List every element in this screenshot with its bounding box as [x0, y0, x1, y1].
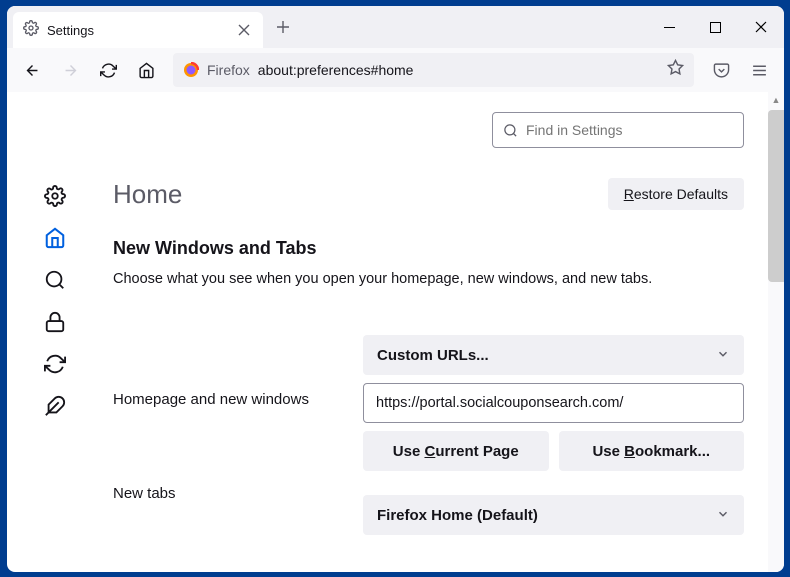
- content-area: Home RRestore Defaultsestore Defaults Ne…: [7, 92, 784, 572]
- scroll-up-arrow[interactable]: ▲: [768, 92, 784, 108]
- reload-button[interactable]: [91, 53, 125, 87]
- tab-settings[interactable]: Settings: [13, 12, 263, 48]
- vertical-scrollbar[interactable]: ▲: [768, 92, 784, 572]
- firefox-icon: [183, 62, 199, 78]
- scroll-thumb[interactable]: [768, 110, 784, 282]
- titlebar: Settings: [7, 6, 784, 48]
- use-current-page-button[interactable]: Use Current Page: [363, 431, 549, 471]
- section-heading: New Windows and Tabs: [113, 238, 744, 259]
- app-menu-button[interactable]: [742, 53, 776, 87]
- close-icon[interactable]: [235, 21, 253, 39]
- gear-icon: [23, 20, 39, 41]
- homepage-url-input[interactable]: [363, 383, 744, 423]
- url-path: about:preferences#home: [258, 62, 414, 78]
- tab-title: Settings: [47, 23, 227, 38]
- minimize-button[interactable]: [646, 6, 692, 48]
- chevron-down-icon: [716, 345, 730, 366]
- find-input[interactable]: [526, 122, 733, 138]
- use-bookmark-button[interactable]: Use Bookmark...: [559, 431, 745, 471]
- sidebar-item-extensions[interactable]: [43, 394, 67, 418]
- homepage-dropdown[interactable]: Custom URLs...: [363, 335, 744, 375]
- newtabs-label: New tabs: [113, 473, 343, 513]
- restore-defaults-button[interactable]: RRestore Defaultsestore Defaults: [608, 178, 744, 210]
- window-controls: [646, 6, 784, 48]
- section-description: Choose what you see when you open your h…: [113, 269, 744, 289]
- new-tab-button[interactable]: [269, 13, 297, 41]
- page-title: Home: [113, 179, 182, 210]
- sidebar: [7, 92, 103, 572]
- sidebar-item-search[interactable]: [43, 268, 67, 292]
- back-button[interactable]: [15, 53, 49, 87]
- forward-button[interactable]: [53, 53, 87, 87]
- sidebar-item-privacy[interactable]: [43, 310, 67, 334]
- url-bar[interactable]: Firefox about:preferences#home: [173, 53, 694, 87]
- newtabs-dropdown[interactable]: Firefox Home (Default): [363, 495, 744, 535]
- url-host: Firefox: [207, 62, 250, 78]
- sidebar-item-home[interactable]: [43, 226, 67, 250]
- main-panel: Home RRestore Defaultsestore Defaults Ne…: [103, 92, 784, 572]
- maximize-button[interactable]: [692, 6, 738, 48]
- sidebar-item-sync[interactable]: [43, 352, 67, 376]
- homepage-label: Homepage and new windows: [113, 379, 343, 419]
- search-icon: [503, 123, 518, 138]
- find-in-settings[interactable]: [492, 112, 744, 148]
- close-window-button[interactable]: [738, 6, 784, 48]
- sidebar-item-general[interactable]: [43, 184, 67, 208]
- browser-window: Settings Firefox about:preferences#home: [7, 6, 784, 572]
- homepage-dropdown-value: Custom URLs...: [377, 347, 489, 364]
- nav-toolbar: Firefox about:preferences#home: [7, 48, 784, 92]
- newtabs-dropdown-value: Firefox Home (Default): [377, 507, 538, 524]
- bookmark-star-icon[interactable]: [667, 59, 684, 81]
- home-form: Homepage and new windows New tabs Custom…: [113, 335, 744, 535]
- home-button[interactable]: [129, 53, 163, 87]
- chevron-down-icon: [716, 505, 730, 526]
- pocket-button[interactable]: [704, 53, 738, 87]
